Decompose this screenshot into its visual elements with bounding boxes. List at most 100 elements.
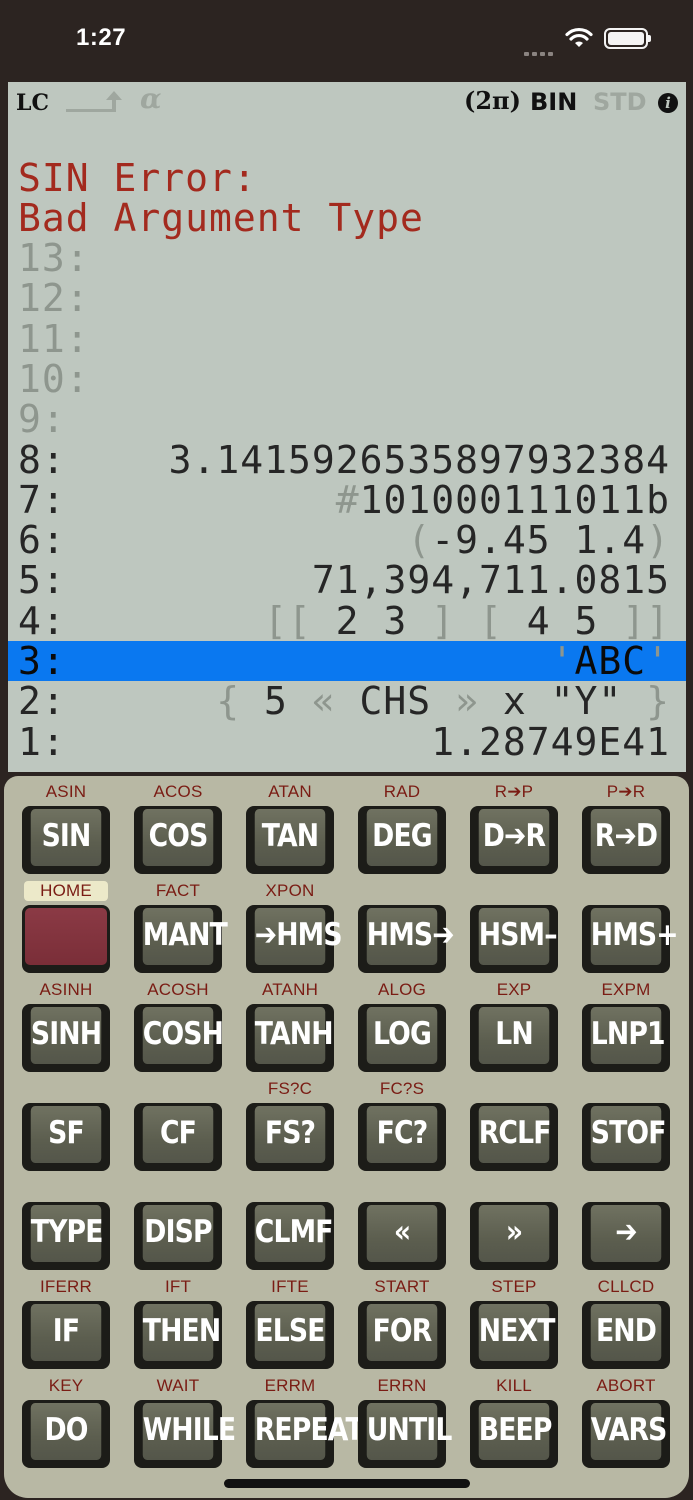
key-lnp1[interactable]: LNP1 (582, 1004, 670, 1072)
key-home[interactable] (22, 905, 110, 973)
key-symbol[interactable]: ➔ (582, 1202, 670, 1270)
key-tanh[interactable]: TANH (246, 1004, 334, 1072)
key-disp[interactable]: DISP (134, 1202, 222, 1270)
stack-level-value: 3.1415926535897932384 (168, 437, 670, 482)
key-label: ELSE (254, 1304, 325, 1361)
key-log[interactable]: LOG (358, 1004, 446, 1072)
key-symbol[interactable]: » (470, 1202, 558, 1270)
key-label: FS? (254, 1106, 326, 1163)
key-sin[interactable]: SIN (22, 806, 110, 874)
key-repeat[interactable]: REPEAT (246, 1400, 364, 1468)
stack-level-4[interactable]: 4: [[ 2 3 ] [ 4 5 ]] (8, 601, 686, 641)
stack-level-6[interactable]: 6: (-9.45 1.4) (8, 520, 686, 560)
key-vars[interactable]: VARS (582, 1400, 670, 1468)
key-label: STOF (590, 1106, 666, 1163)
stack-level-12[interactable]: 12: (8, 278, 686, 318)
stack-level-7[interactable]: 7: #101000111011b (8, 480, 686, 520)
keyboard-panel: ASIN SIN ACOS COS ATAN TAN RAD DEG R➔P D➔R P➔R R➔D H… (4, 776, 689, 1498)
shift-label: R➔P (494, 782, 534, 801)
stack-level-value: [[ 2 3 ] [ 4 5 ]] (263, 598, 670, 643)
key-clmf[interactable]: CLMF (246, 1202, 334, 1270)
key-else[interactable]: ELSE (246, 1301, 334, 1369)
shift-label: ASINH (39, 980, 93, 999)
key-fc[interactable]: FC? (358, 1103, 446, 1171)
key-label: TAN (254, 809, 326, 866)
shift-label: ERRN (377, 1376, 427, 1395)
key-for[interactable]: FOR (358, 1301, 446, 1369)
key-if[interactable]: IF (22, 1301, 110, 1369)
stack-level-8[interactable]: 8: 3.1415926535897932384 (8, 440, 686, 480)
annunciator-alpha: α (140, 82, 162, 115)
key-label: DISP (142, 1205, 214, 1262)
key-beep[interactable]: BEEP (470, 1400, 558, 1468)
stack-level-11[interactable]: 11: (8, 319, 686, 359)
key-do[interactable]: DO (22, 1400, 110, 1468)
key-cf[interactable]: CF (134, 1103, 222, 1171)
stack-level-label: 13: (18, 236, 90, 280)
stack-level-13[interactable]: 13: (8, 238, 686, 278)
key-ln[interactable]: LN (470, 1004, 558, 1072)
key-hms[interactable]: HMS+ (582, 905, 679, 973)
stack-level-3[interactable]: 3: 'ABC' (8, 641, 686, 681)
key-label: » (478, 1205, 550, 1262)
shift-label: P➔R (606, 782, 646, 801)
key-symbol[interactable]: « (358, 1202, 446, 1270)
key-fs[interactable]: FS? (246, 1103, 334, 1171)
stack-level-label: 5: (18, 558, 66, 603)
key-d-r[interactable]: D➔R (470, 806, 558, 874)
shift-arrow-icon (66, 91, 122, 112)
stack-level-label: 11: (18, 316, 90, 361)
stack-level-value: (-9.45 1.4) (407, 518, 670, 563)
stack-level-5[interactable]: 5: 71,394,711.0815 (8, 560, 686, 600)
key-cosh[interactable]: COSH (134, 1004, 224, 1072)
stack-level-value: { 5 « CHS » x "Y" } (216, 679, 670, 724)
key-label: DO (30, 1403, 102, 1460)
shift-label: ATANH (261, 980, 319, 999)
key-until[interactable]: UNTIL (358, 1400, 452, 1468)
key-sf[interactable]: SF (22, 1103, 110, 1171)
key-r-d[interactable]: R➔D (582, 806, 670, 874)
key-label: LNP1 (590, 1007, 666, 1064)
stack-level-value: #101000111011b (335, 477, 670, 522)
key-tan[interactable]: TAN (246, 806, 334, 874)
key-label: BEEP (478, 1403, 552, 1460)
key-then[interactable]: THEN (134, 1301, 222, 1369)
key-label: TANH (254, 1007, 334, 1064)
annunciator-mode: STD (593, 88, 647, 116)
key-rclf[interactable]: RCLF (470, 1103, 558, 1171)
key-label: VARS (590, 1403, 667, 1460)
stack-level-label: 6: (18, 518, 66, 563)
key-mant[interactable]: MANT (134, 905, 228, 973)
stack-level-label: 1: (18, 719, 66, 764)
key-label: R➔D (590, 809, 662, 866)
home-indicator[interactable] (224, 1479, 470, 1488)
key-next[interactable]: NEXT (470, 1301, 558, 1369)
key-stof[interactable]: STOF (582, 1103, 670, 1171)
stack-level-1[interactable]: 1: 1.28749E41 (8, 722, 686, 762)
key-deg[interactable]: DEG (358, 806, 446, 874)
key-while[interactable]: WHILE (134, 1400, 236, 1468)
key-hms[interactable]: HMS➔ (358, 905, 455, 973)
shift-label: HOME (24, 881, 108, 901)
shift-label: ABORT (596, 1376, 656, 1395)
battery-icon (604, 28, 651, 49)
shift-label: WAIT (156, 1376, 200, 1395)
shift-label: ERRM (264, 1376, 316, 1395)
key-end[interactable]: END (582, 1301, 670, 1369)
key-type[interactable]: TYPE (22, 1202, 110, 1270)
calculator-display[interactable]: LC α (2π) BIN STD i SIN Error: Bad Argum… (8, 82, 686, 772)
annunciator-lc: LC (16, 90, 49, 116)
key-label: ➔ (590, 1205, 662, 1262)
key-cos[interactable]: COS (134, 806, 222, 874)
stack-level-9[interactable]: 9: (8, 399, 686, 439)
key-hsm[interactable]: HSM– (470, 905, 558, 973)
key-hms[interactable]: ➔HMS (246, 905, 343, 973)
key-label: DEG (366, 809, 438, 866)
wifi-icon (565, 27, 593, 47)
key-label: FC? (366, 1106, 438, 1163)
stack-level-10[interactable]: 10: (8, 359, 686, 399)
stack-level-2[interactable]: 2: { 5 « CHS » x "Y" } (8, 681, 686, 721)
info-icon[interactable]: i (658, 93, 678, 113)
key-sinh[interactable]: SINH (22, 1004, 110, 1072)
shift-label: ACOSH (147, 980, 209, 999)
